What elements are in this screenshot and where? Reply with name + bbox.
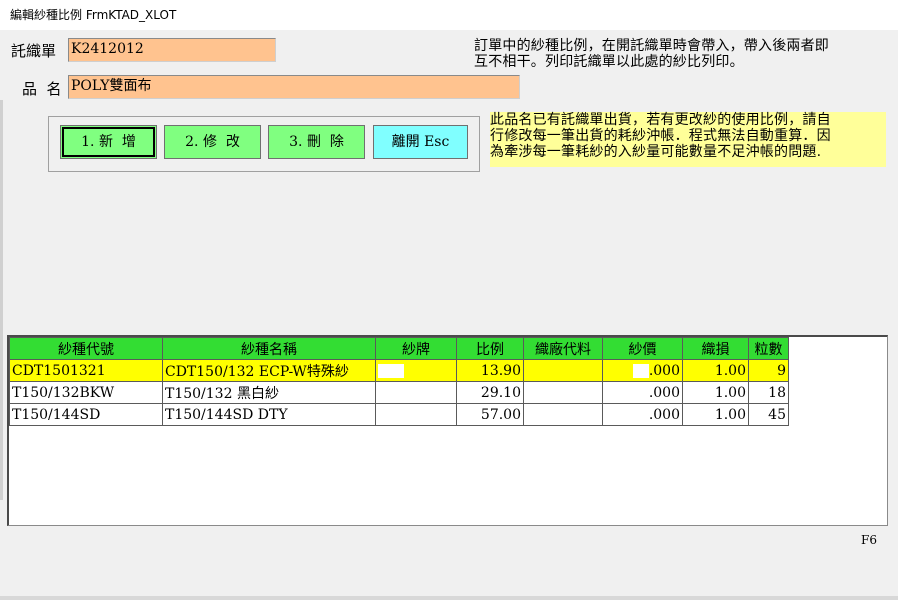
cell-mill-material[interactable] [523,381,603,404]
product-label: 品 名 [22,80,62,98]
yarn-table: 紗種代號 紗種名稱 紗牌 比例 織廠代料 紗價 織損 粒數 CDT1501321… [9,337,789,426]
cell-yarn-code[interactable]: T150/144SD [9,403,163,426]
bottom-edge [0,596,898,600]
grid-header-row: 紗種代號 紗種名稱 紗牌 比例 織廠代料 紗價 織損 粒數 [9,337,789,360]
redacted-mask [378,363,404,378]
hotkey-label: F6 [861,533,877,547]
cell-weave-loss[interactable]: 1.00 [682,381,749,404]
price-value: .000 [648,362,680,379]
delete-button[interactable]: 3. 刪 除 [268,125,365,159]
cell-grain-count[interactable]: 18 [748,381,789,404]
table-row[interactable]: T150/132BKW T150/132 黑白紗 29.10 .000 1.00… [9,381,789,404]
cell-yarn-name[interactable]: T150/144SD DTY [162,403,376,426]
price-value: .000 [648,406,680,423]
cell-mill-material[interactable] [523,403,603,426]
cell-weave-loss[interactable]: 1.00 [682,403,749,426]
cell-yarn-brand[interactable] [375,403,457,426]
add-button[interactable]: 1. 新 增 [60,125,157,159]
redacted-mask [378,407,404,422]
cell-yarn-brand[interactable] [375,381,457,404]
yarn-grid[interactable]: 紗種代號 紗種名稱 紗牌 比例 織廠代料 紗價 織損 粒數 CDT1501321… [7,335,888,526]
price-value: .000 [648,384,680,401]
cell-yarn-price[interactable]: .000 [602,381,683,404]
window-left-edge [0,100,3,500]
table-row[interactable]: CDT1501321 CDT150/132 ECP-W特殊紗 13.90 .00… [9,359,789,382]
cell-yarn-brand[interactable] [375,359,457,382]
cell-yarn-name[interactable]: CDT150/132 ECP-W特殊紗 [162,359,376,382]
cell-yarn-price[interactable]: .000 [602,359,683,382]
cell-grain-count[interactable]: 45 [748,403,789,426]
col-ratio[interactable]: 比例 [456,337,524,360]
info-note: 訂單中的紗種比例，在開託織單時會帶入，帶入後兩者即 互不相干。列印託織單以此處的… [474,38,829,70]
warning-note: 此品名已有託織單出貨，若有更改紗的使用比例，請自 行修改每一筆出貨的耗紗沖帳．程… [490,112,886,167]
cell-yarn-code[interactable]: T150/132BKW [9,381,163,404]
cell-ratio[interactable]: 29.10 [456,381,524,404]
table-row[interactable]: T150/144SD T150/144SD DTY 57.00 .000 1.0… [9,403,789,426]
order-field[interactable]: K2412012 [68,38,276,62]
cell-grain-count[interactable]: 9 [748,359,789,382]
col-mill-material[interactable]: 織廠代料 [523,337,603,360]
cell-weave-loss[interactable]: 1.00 [682,359,749,382]
col-yarn-price[interactable]: 紗價 [602,337,683,360]
cell-yarn-name[interactable]: T150/132 黑白紗 [162,381,376,404]
col-yarn-name[interactable]: 紗種名稱 [162,337,376,360]
redacted-mask [632,363,649,378]
window-title: 編輯紗種比例 FrmKTAD_XLOT [0,0,898,30]
product-field[interactable]: POLY雙面布 [68,75,520,99]
cell-ratio[interactable]: 57.00 [456,403,524,426]
redacted-mask [632,407,649,422]
redacted-mask [378,385,404,400]
col-grain-count[interactable]: 粒數 [748,337,789,360]
cell-yarn-code[interactable]: CDT1501321 [9,359,163,382]
col-yarn-code[interactable]: 紗種代號 [9,337,163,360]
cell-yarn-price[interactable]: .000 [602,403,683,426]
col-yarn-brand[interactable]: 紗牌 [375,337,457,360]
order-label: 託織單 [11,42,57,60]
cell-mill-material[interactable] [523,359,603,382]
exit-button[interactable]: 離開 Esc [373,125,468,159]
col-weave-loss[interactable]: 織損 [682,337,749,360]
edit-button[interactable]: 2. 修 改 [164,125,261,159]
redacted-mask [632,385,649,400]
cell-ratio[interactable]: 13.90 [456,359,524,382]
